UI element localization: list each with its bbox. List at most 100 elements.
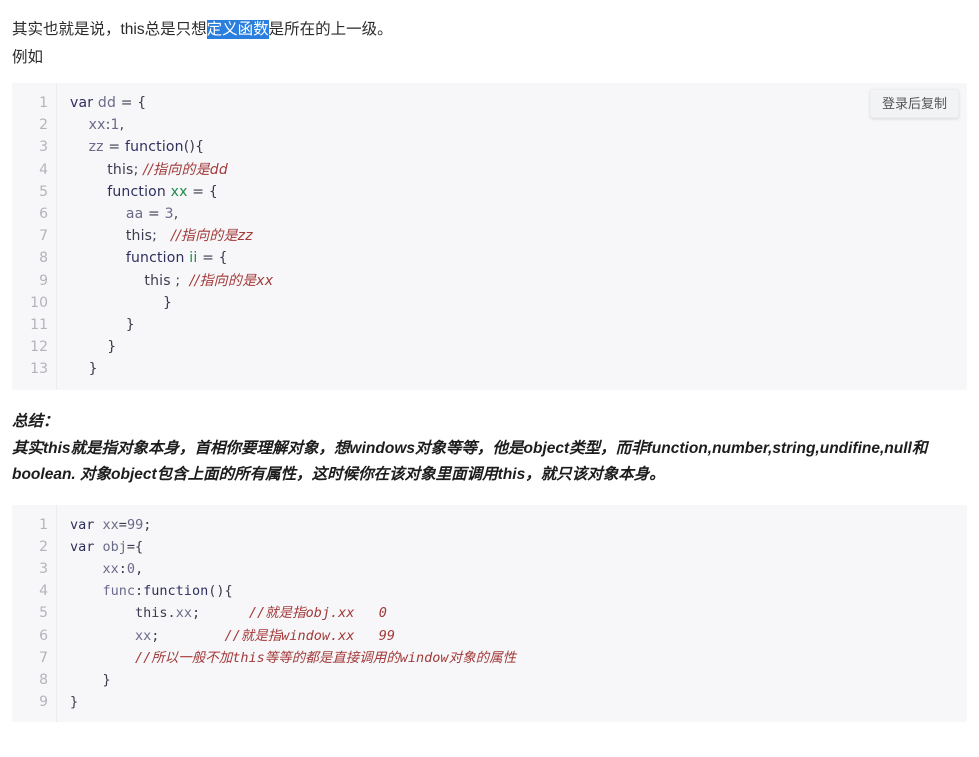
- code-token: .: [167, 605, 176, 622]
- code-line: 5 function xx = {: [12, 181, 967, 203]
- code-line: 4 this; //指向的是dd: [12, 159, 967, 181]
- line-number: 8: [39, 672, 48, 689]
- line-number: 1: [39, 95, 48, 111]
- line-number-cell: 9: [12, 691, 56, 713]
- summary-body: 其实this就是指对象本身，首相你要理解对象，想windows对象等等，他是ob…: [12, 439, 928, 483]
- code-content-cell[interactable]: this; //指向的是dd: [56, 159, 967, 181]
- copy-code-button[interactable]: 登录后复制: [869, 89, 959, 118]
- code-token: ,: [173, 206, 179, 223]
- code-content-cell[interactable]: xx:1,: [56, 114, 967, 136]
- code-block-1: 1 var dd = {2 xx:1, 3 zz = function(){4 th…: [12, 83, 967, 390]
- line-number-cell: 4: [12, 159, 56, 181]
- code-content-cell[interactable]: aa = 3,: [56, 203, 967, 225]
- code-content-cell[interactable]: zz = function(){: [56, 136, 967, 158]
- code-token: function: [124, 139, 184, 156]
- code-token: ;: [143, 516, 152, 533]
- code-content-cell[interactable]: }: [56, 314, 967, 336]
- selected-text-highlight[interactable]: 定义函数: [206, 20, 269, 39]
- code-token: ,: [135, 561, 144, 578]
- code-token: (){: [208, 583, 233, 600]
- code-token: xx: [175, 605, 192, 622]
- code-token: ;: [152, 228, 172, 245]
- code-token: function: [143, 583, 209, 600]
- line-number-cell: 1: [12, 514, 56, 536]
- code-content-cell[interactable]: function xx = {: [56, 181, 967, 203]
- code-token: //指向的是xx: [189, 272, 274, 289]
- code-token: var: [70, 516, 95, 533]
- code-line: 3 zz = function(){: [12, 136, 967, 158]
- code-content-cell[interactable]: }: [56, 691, 967, 713]
- code-token: ;: [133, 161, 144, 178]
- code-line-text: }: [56, 358, 967, 380]
- line-number-cell: 4: [12, 580, 56, 602]
- code-content-cell[interactable]: //所以一般不加this等等的都是直接调用的window对象的属性: [56, 647, 967, 669]
- code-line: 6 aa = 3,: [12, 203, 967, 225]
- code-token: ;: [170, 272, 190, 289]
- line-number: 13: [30, 361, 48, 378]
- code-content-cell[interactable]: var dd = {: [56, 92, 967, 114]
- code-padding-top: [12, 83, 967, 92]
- code-line-text: xx:1,: [56, 114, 967, 136]
- code-token: }: [70, 672, 111, 689]
- code-line-text: }: [56, 669, 967, 691]
- code-token: var: [70, 95, 94, 111]
- code-line: 5 this.xx; //就是指obj.xx 0: [12, 602, 967, 624]
- line-number: 7: [39, 649, 48, 666]
- line-number: 12: [30, 339, 48, 356]
- code-content-cell[interactable]: var obj={: [56, 536, 967, 558]
- code-line-text: this ; //指向的是xx: [56, 270, 967, 292]
- code-line: 3 xx:0,: [12, 558, 967, 580]
- summary-section: 总结： 其实this就是指对象本身，首相你要理解对象，想windows对象等等，…: [0, 409, 979, 488]
- code-token: = {: [197, 250, 228, 267]
- code-token: this: [144, 272, 171, 289]
- code-rows-1: 1 var dd = {2 xx:1, 3 zz = function(){4 th…: [12, 92, 967, 381]
- code-line-text: var dd = {: [56, 92, 967, 114]
- code-line: 9}: [12, 691, 967, 713]
- code-content-cell[interactable]: }: [56, 292, 967, 314]
- code-line: 8 }: [12, 669, 967, 691]
- line-number: 3: [39, 139, 48, 156]
- code-content-cell[interactable]: }: [56, 358, 967, 380]
- code-content-cell[interactable]: xx; //就是指window.xx 99: [56, 625, 967, 647]
- code-token: :: [118, 561, 127, 578]
- code-line: 1 var xx=99;: [12, 514, 967, 536]
- code-line-text: xx:0,: [56, 558, 967, 580]
- line-number-cell: 6: [12, 625, 56, 647]
- code-token: = {: [187, 183, 218, 200]
- code-token: //指向的是dd: [143, 161, 228, 178]
- line-number: 10: [30, 294, 48, 311]
- code-content-cell[interactable]: }: [56, 669, 967, 691]
- line-number: 4: [39, 161, 48, 178]
- code-content-cell[interactable]: func:function(){: [56, 580, 967, 602]
- line-number-cell: 8: [12, 247, 56, 269]
- summary-heading: 总结：: [12, 412, 59, 430]
- line-number-cell: 5: [12, 181, 56, 203]
- code-content-cell[interactable]: function ii = {: [56, 247, 967, 269]
- code-token: function: [125, 250, 185, 267]
- code-token: =: [103, 139, 125, 156]
- code-content-cell[interactable]: var xx=99;: [56, 514, 967, 536]
- code-token: 1: [110, 117, 120, 134]
- code-content-cell[interactable]: this; //指向的是zz: [56, 225, 967, 247]
- code-content-cell[interactable]: this.xx; //就是指obj.xx 0: [56, 602, 967, 624]
- code-token: //所以一般不加this等等的都是直接调用的window对象的属性: [135, 649, 517, 666]
- line-number-cell: 3: [12, 136, 56, 158]
- code-content-cell[interactable]: xx:0,: [56, 558, 967, 580]
- code-line-text: zz = function(){: [56, 136, 967, 158]
- code-token: obj: [102, 538, 127, 555]
- code-content-cell[interactable]: }: [56, 336, 967, 358]
- line-number: 2: [39, 117, 48, 134]
- article-page: 其实也就是说，this总是只想定义函数是所在的上一级。 例如 1 var dd =…: [0, 0, 979, 757]
- code-line: 8 function ii = {: [12, 247, 967, 269]
- line-number: 6: [39, 206, 48, 223]
- code-table-2: 1 var xx=99; 2 var obj={3 xx:0, 4 func:funct…: [12, 514, 967, 714]
- code-line-text: }: [56, 314, 967, 336]
- code-content-cell[interactable]: this ; //指向的是xx: [56, 270, 967, 292]
